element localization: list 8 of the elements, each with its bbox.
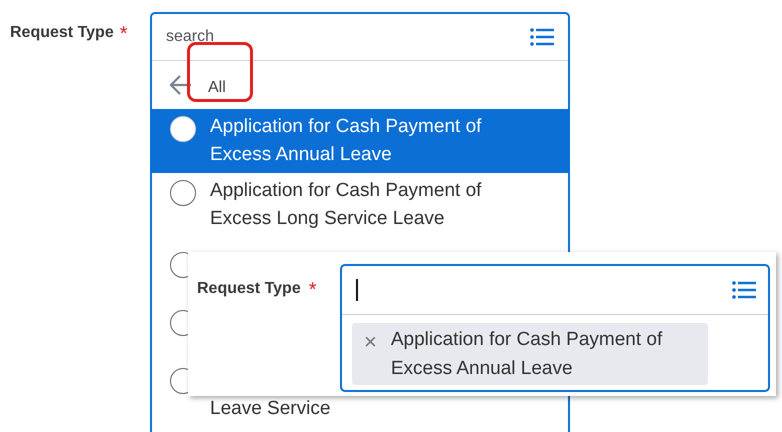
field-label: Request Type <box>10 24 114 42</box>
option-label: Application for Cash Payment of Excess Annual Leave <box>210 115 482 167</box>
required-mark: * <box>120 24 128 44</box>
chip-label: Application for Cash Payment of Excess Annual Leave <box>390 328 664 381</box>
option-label: Application for Cash Payment of Excess Long Service Leave <box>210 179 482 231</box>
field-label: Request Type <box>197 280 301 298</box>
required-mark: * <box>308 280 317 300</box>
option-label: Leave Service <box>210 397 330 421</box>
